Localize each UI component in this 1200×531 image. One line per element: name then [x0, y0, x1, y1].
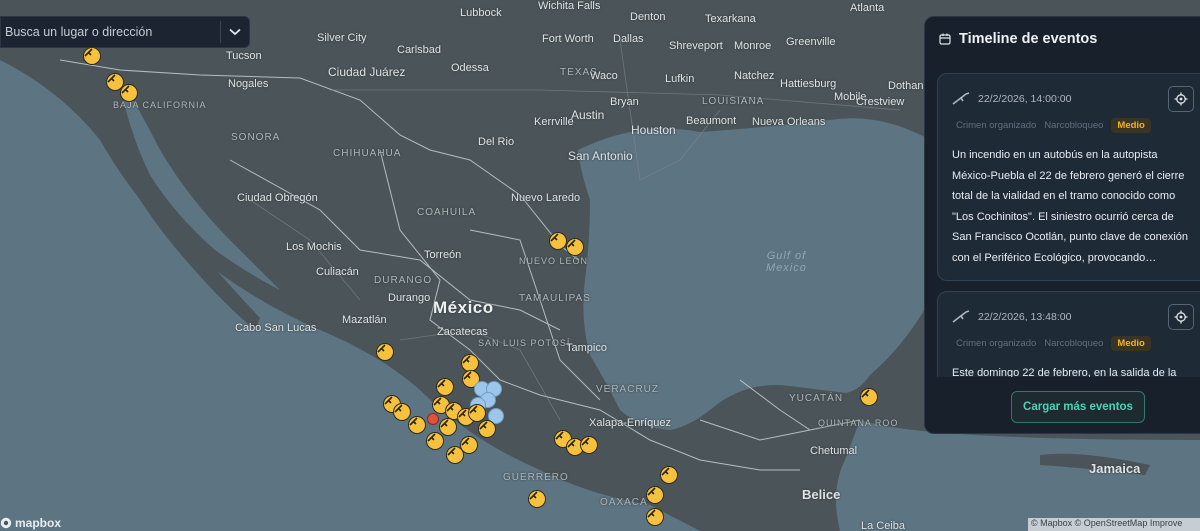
event-severity-badge: Medio — [1111, 336, 1151, 351]
rifle-icon — [567, 239, 576, 248]
event-description: Un incendio en un autobús en la autopist… — [952, 149, 1189, 264]
rifle-icon — [463, 371, 472, 380]
event-marker[interactable] — [860, 388, 878, 406]
event-category-tag: Crimen organizado — [956, 338, 1037, 349]
load-more-button[interactable]: Cargar más eventos — [1011, 391, 1145, 423]
mapbox-icon — [0, 517, 12, 529]
event-category-tag: Crimen organizado — [956, 120, 1037, 131]
event-time: 22/2/2026, 13:48:00 — [978, 311, 1072, 323]
locate-event-button[interactable] — [1168, 304, 1194, 330]
rifle-icon — [550, 233, 559, 242]
search-input[interactable] — [1, 17, 220, 47]
rifle-icon — [447, 447, 456, 456]
event-marker[interactable] — [468, 404, 486, 422]
map-attribution[interactable]: © Mapbox © OpenStreetMap Improve — [1028, 518, 1200, 531]
calendar-icon — [939, 33, 951, 45]
rifle-icon — [952, 92, 970, 105]
rifle-icon — [462, 355, 471, 364]
event-type-tag: Narcobloqueo — [1044, 120, 1104, 131]
rifle-icon — [377, 344, 386, 353]
rifle-icon — [427, 433, 436, 442]
event-marker[interactable] — [478, 420, 496, 438]
rifle-icon — [581, 437, 590, 446]
rifle-icon — [661, 467, 670, 476]
event-marker[interactable] — [408, 416, 426, 434]
event-marker[interactable] — [646, 508, 664, 526]
search-dropdown-button[interactable] — [221, 17, 249, 47]
rifle-icon — [394, 404, 403, 413]
rifle-icon — [567, 439, 576, 448]
rifle-icon — [647, 487, 656, 496]
timeline-header: Timeline de eventos — [925, 17, 1200, 61]
event-card[interactable]: 22/2/2026, 13:48:00 Crimen organizado Na… — [937, 291, 1200, 377]
event-card[interactable]: 22/2/2026, 14:00:00 Crimen organizado Na… — [937, 73, 1200, 281]
event-marker[interactable] — [439, 418, 457, 436]
event-marker[interactable] — [376, 343, 394, 361]
rifle-icon — [479, 421, 488, 430]
event-marker[interactable] — [446, 446, 464, 464]
timeline-panel: Timeline de eventos 22/2/2026, 14:00:00 … — [924, 16, 1200, 434]
rifle-icon — [555, 431, 564, 440]
rifle-icon — [440, 419, 449, 428]
rifle-icon — [121, 85, 130, 94]
event-description: Este domingo 22 de febrero, en la salida… — [952, 367, 1177, 377]
rifle-icon — [409, 417, 418, 426]
rifle-icon — [433, 397, 442, 406]
rifle-icon — [952, 310, 970, 323]
rifle-icon — [107, 74, 116, 83]
rifle-icon — [458, 409, 467, 418]
event-marker-red[interactable] — [427, 413, 439, 425]
events-list[interactable]: 22/2/2026, 14:00:00 Crimen organizado Na… — [937, 73, 1200, 377]
rifle-icon — [529, 491, 538, 500]
rifle-icon — [437, 379, 446, 388]
rifle-icon — [469, 405, 478, 414]
rifle-icon — [861, 389, 870, 398]
mapbox-logo[interactable]: mapbox — [0, 516, 61, 530]
event-marker[interactable] — [436, 378, 454, 396]
event-marker[interactable] — [580, 436, 598, 454]
event-marker[interactable] — [120, 84, 138, 102]
rifle-icon — [647, 509, 656, 518]
event-marker[interactable] — [566, 238, 584, 256]
rifle-icon — [461, 437, 470, 446]
timeline-title: Timeline de eventos — [959, 31, 1098, 47]
rifle-icon — [446, 403, 455, 412]
event-marker[interactable] — [660, 466, 678, 484]
event-type-tag: Narcobloqueo — [1044, 338, 1104, 349]
event-marker[interactable] — [83, 47, 101, 65]
event-marker[interactable] — [549, 232, 567, 250]
rifle-icon — [84, 48, 93, 57]
event-marker[interactable] — [646, 486, 664, 504]
crosshair-icon — [1174, 310, 1188, 324]
rifle-icon — [384, 396, 393, 405]
crosshair-icon — [1174, 92, 1188, 106]
event-severity-badge: Medio — [1111, 118, 1151, 133]
mapbox-logo-text: mapbox — [15, 516, 62, 530]
chevron-down-icon — [229, 28, 241, 36]
event-marker[interactable] — [426, 432, 444, 450]
event-time: 22/2/2026, 14:00:00 — [978, 93, 1072, 105]
locate-event-button[interactable] — [1168, 86, 1194, 112]
event-marker[interactable] — [528, 490, 546, 508]
search-bar — [0, 16, 250, 48]
